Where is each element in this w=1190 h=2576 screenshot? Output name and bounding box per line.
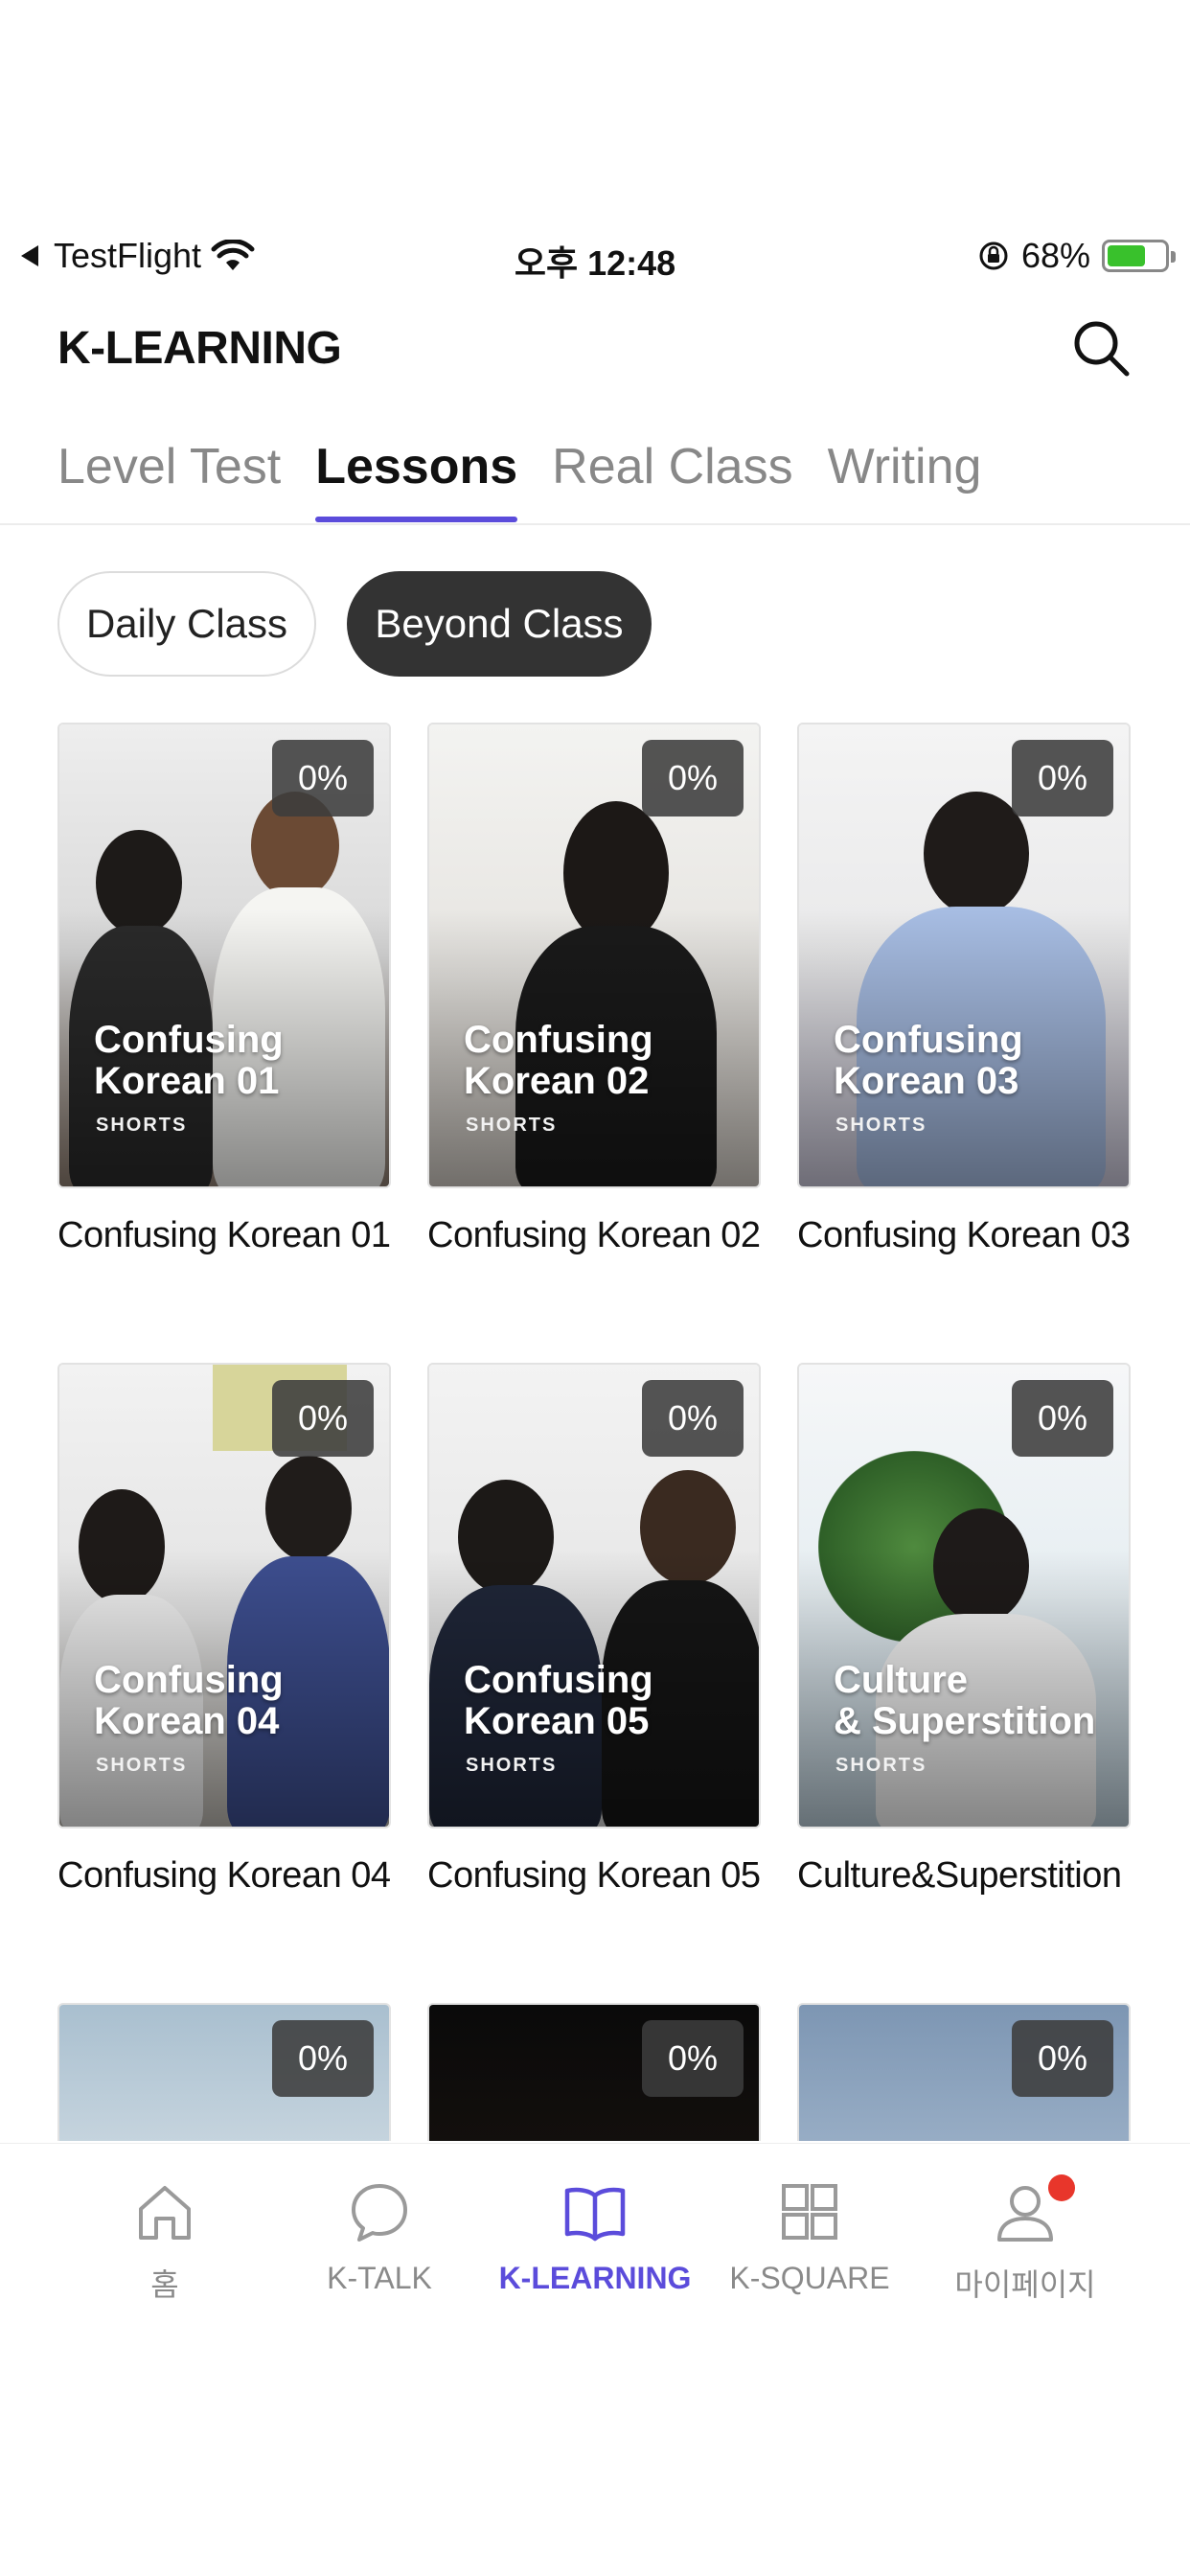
lesson-card[interactable]: Confusing Korean 05 SHORTS 0% Confusing …	[427, 1363, 761, 1897]
search-icon[interactable]	[1067, 314, 1134, 381]
lesson-title[interactable]: Confusing Korean 04	[57, 1855, 391, 1897]
thumbnail-title: Confusing Korean 05	[464, 1659, 653, 1742]
lesson-title[interactable]: Confusing Korean 03	[797, 1215, 1131, 1256]
lesson-thumbnail[interactable]: Culture & Superstition SHORTS 0%	[797, 1363, 1131, 1828]
thumbnail-title: Confusing Korean 04	[94, 1659, 284, 1742]
rotation-lock-icon	[979, 242, 1008, 270]
thumbnail-tag: SHORTS	[835, 1115, 927, 1136]
lesson-thumbnail[interactable]: Confusing Korean 01 SHORTS 0%	[57, 723, 391, 1188]
lesson-thumbnail[interactable]: Confusing Korean 02 SHORTS 0%	[427, 723, 761, 1188]
lesson-thumbnail[interactable]: Confusing Korean 05 SHORTS 0%	[427, 1363, 761, 1828]
home-icon	[139, 2186, 191, 2240]
lesson-thumbnail[interactable]: Confusing Korean 04 SHORTS 0%	[57, 1363, 391, 1828]
filter-beyond-class[interactable]: Beyond Class	[347, 571, 652, 677]
thumbnail-title: Confusing Korean 02	[464, 1019, 653, 1102]
lesson-thumbnail[interactable]: 0%	[57, 2003, 391, 2141]
progress-badge: 0%	[642, 740, 744, 816]
bottom-nav: 홈 K-TALK K-LEARNING K-SQUARE 마이페이지	[0, 2143, 1190, 2576]
tabs-divider	[0, 523, 1190, 525]
nav-label: 홈	[150, 2267, 179, 2302]
thumbnail-tag: SHORTS	[96, 1115, 188, 1136]
thumbnail-tag: SHORTS	[835, 1755, 927, 1776]
lesson-title[interactable]: Culture&Superstition	[797, 1855, 1131, 1897]
thumbnail-tag: SHORTS	[466, 1115, 558, 1136]
lesson-card[interactable]: Culture & Superstition SHORTS 0% Culture…	[797, 1363, 1131, 1897]
lesson-card[interactable]: 0%	[427, 2003, 761, 2141]
nav-k-learning[interactable]: K-LEARNING	[490, 2178, 700, 2322]
thumbnail-title: Culture & Superstition	[834, 1659, 1096, 1742]
lesson-card[interactable]: 0%	[57, 2003, 391, 2141]
status-bar: TestFlight 오후 12:48 68%	[0, 230, 1190, 288]
battery-percent: 68%	[1020, 236, 1090, 275]
thumbnail-tag: SHORTS	[96, 1755, 188, 1776]
nav-label: K-SQUARE	[729, 2261, 890, 2295]
battery-cap	[1171, 251, 1176, 263]
lesson-title[interactable]: Confusing Korean 05	[427, 1855, 761, 1897]
lesson-thumbnail[interactable]: Confusing Korean 03 SHORTS 0%	[797, 723, 1131, 1188]
progress-badge: 0%	[272, 1380, 374, 1457]
status-right: 68%	[977, 236, 1176, 276]
tab-writing[interactable]: Writing	[828, 426, 982, 522]
filter-daily-class[interactable]: Daily Class	[57, 571, 316, 677]
grid-squares-icon	[782, 2184, 837, 2240]
nav-k-square[interactable]: K-SQUARE	[704, 2178, 915, 2322]
lesson-title[interactable]: Confusing Korean 02	[427, 1215, 761, 1256]
tab-real-class[interactable]: Real Class	[552, 426, 792, 522]
lesson-grid: Confusing Korean 01 SHORTS 0% Confusing …	[57, 723, 1133, 2141]
lesson-title[interactable]: Confusing Korean 01	[57, 1215, 391, 1256]
nav-k-talk[interactable]: K-TALK	[274, 2178, 485, 2322]
lesson-thumbnail[interactable]: 0%	[427, 2003, 761, 2141]
app-header: K-LEARNING	[0, 307, 1190, 393]
progress-badge: 0%	[272, 740, 374, 816]
chat-bubble-icon	[352, 2184, 407, 2242]
lesson-card[interactable]: Confusing Korean 03 SHORTS 0% Confusing …	[797, 723, 1131, 1256]
tab-level-test[interactable]: Level Test	[57, 426, 281, 522]
thumbnail-title: Confusing Korean 01	[94, 1019, 284, 1102]
lesson-card[interactable]: 0%	[797, 2003, 1131, 2141]
progress-badge: 0%	[642, 2020, 744, 2097]
progress-badge: 0%	[1012, 740, 1113, 816]
notification-dot	[1048, 2174, 1075, 2201]
battery-charging-icon	[1102, 240, 1176, 272]
nav-label: 마이페이지	[954, 2267, 1096, 2302]
open-book-icon	[564, 2187, 626, 2242]
nav-my-page[interactable]: 마이페이지	[920, 2174, 1131, 2322]
tab-lessons[interactable]: Lessons	[315, 426, 517, 522]
lesson-thumbnail[interactable]: 0%	[797, 2003, 1131, 2141]
lesson-card[interactable]: Confusing Korean 04 SHORTS 0% Confusing …	[57, 1363, 391, 1897]
thumbnail-title: Confusing Korean 03	[834, 1019, 1023, 1102]
progress-badge: 0%	[1012, 2020, 1113, 2097]
progress-badge: 0%	[642, 1380, 744, 1457]
tab-bar: Level Test Lessons Real Class Writing	[57, 426, 981, 522]
lesson-card[interactable]: Confusing Korean 01 SHORTS 0% Confusing …	[57, 723, 391, 1256]
lesson-card[interactable]: Confusing Korean 02 SHORTS 0% Confusing …	[427, 723, 761, 1256]
nav-label: K-TALK	[327, 2261, 432, 2295]
battery-level	[1108, 245, 1146, 266]
nav-home[interactable]: 홈	[59, 2178, 270, 2322]
nav-label: K-LEARNING	[498, 2261, 692, 2295]
thumbnail-tag: SHORTS	[466, 1755, 558, 1776]
progress-badge: 0%	[272, 2020, 374, 2097]
page-title: K-LEARNING	[57, 323, 342, 374]
progress-badge: 0%	[1012, 1380, 1113, 1457]
